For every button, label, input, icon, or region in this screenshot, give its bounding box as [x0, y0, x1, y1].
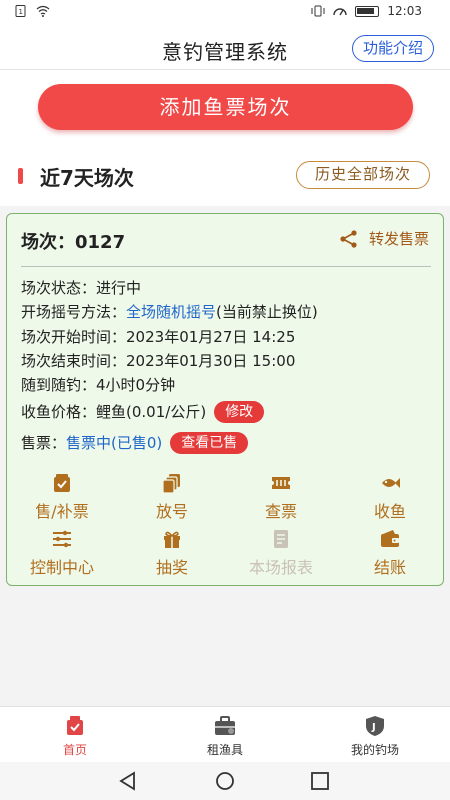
check-ticket-label: 查票: [264, 502, 297, 521]
duration-row: 随到随钓：4小时0分钟: [21, 373, 318, 397]
tab-my-venue-label: 我的钓场: [350, 743, 399, 757]
tab-my-venue[interactable]: J 我的钓场: [320, 715, 430, 758]
lottery-label: 抽奖: [155, 558, 188, 577]
sliders-icon: [53, 530, 71, 548]
share-label: 转发售票: [368, 230, 429, 248]
section-title: 近7天场次: [40, 166, 134, 190]
vibrate-icon: [311, 5, 325, 17]
status-label: 场次状态：: [21, 279, 97, 297]
add-ticket-session-button[interactable]: 添加鱼票场次: [38, 84, 413, 130]
sell-ticket-label: 售/补票: [35, 502, 89, 521]
recent-apps-icon[interactable]: [310, 771, 330, 791]
draw-row: 开场摇号方法：全场随机摇号(当前禁止换位): [21, 300, 318, 324]
tickets-label: 售票：: [21, 433, 67, 452]
checkout-button[interactable]: 结账: [335, 528, 445, 578]
price-value: 鲤鱼(0.01/公斤): [96, 403, 207, 422]
duration-value: 4小时0分钟: [96, 376, 176, 395]
svg-text:J: J: [371, 722, 376, 733]
ticket-sale-icon: [54, 474, 70, 492]
session-number-label: 场次：: [21, 232, 75, 253]
app-header: 意钓管理系统 功能介绍: [0, 24, 450, 70]
shield-icon: J: [366, 716, 384, 736]
control-center-label: 控制中心: [29, 558, 94, 577]
tab-rent-gear[interactable]: 租渔具: [170, 715, 280, 758]
collect-fish-label: 收鱼: [373, 502, 406, 521]
start-label: 场次开始时间：: [21, 327, 127, 346]
release-number-label: 放号: [155, 502, 188, 521]
system-nav-bar: [0, 762, 450, 800]
status-bar: 1 12:03: [0, 0, 450, 24]
session-report-label: 本场报表: [248, 558, 313, 577]
view-sold-button[interactable]: 查看已售: [170, 431, 249, 454]
tab-home[interactable]: 首页: [20, 715, 130, 758]
feature-intro-button[interactable]: 功能介绍: [351, 35, 434, 62]
status-row: 场次状态：进行中: [21, 276, 318, 300]
sell-ticket-button[interactable]: 售/补票: [7, 472, 117, 522]
back-nav-icon[interactable]: [118, 771, 138, 791]
status-time: 12:03: [387, 4, 422, 18]
sim-icon: 1: [15, 5, 26, 17]
speed-icon: [333, 8, 348, 16]
duration-label: 随到随钓：: [21, 376, 97, 395]
end-value: 2023年01月30日 15:00: [126, 351, 296, 370]
lottery-button[interactable]: 抽奖: [117, 528, 227, 578]
toolbox-icon: [215, 716, 235, 735]
price-row: 收鱼价格：鲤鱼(0.01/公斤) 修改: [21, 400, 318, 424]
price-label: 收鱼价格：: [21, 403, 97, 422]
main-top-section: 添加鱼票场次 近7天场次 历史全部场次: [0, 70, 450, 206]
tab-home-label: 首页: [62, 743, 87, 757]
checkout-label: 结账: [373, 558, 406, 577]
session-number: 场次：0127: [21, 228, 125, 254]
history-sessions-button[interactable]: 历史全部场次: [295, 161, 430, 189]
ticket-check-icon: [272, 477, 290, 489]
share-icon: [340, 229, 357, 248]
tickets-value[interactable]: 售票中(已售0): [66, 434, 162, 452]
session-number-value: 0127: [75, 232, 126, 253]
start-value: 2023年01月27日 14:25: [126, 327, 296, 346]
session-card: 场次：0127 转发售票 场次状态：进行中 开场摇号方法：全场随机摇号(当前禁止…: [6, 213, 444, 586]
end-label: 场次结束时间：: [21, 351, 127, 370]
release-number-button[interactable]: 放号: [117, 472, 227, 522]
fish-icon: [382, 478, 400, 488]
share-ticket-button[interactable]: 转发售票: [339, 228, 429, 249]
bottom-tab-bar: 首页 租渔具 J 我的钓场: [0, 706, 450, 762]
collect-fish-button[interactable]: 收鱼: [335, 472, 445, 522]
check-ticket-button[interactable]: 查票: [226, 472, 336, 522]
number-cards-icon: [162, 474, 180, 494]
control-center-button[interactable]: 控制中心: [7, 528, 117, 578]
tickets-row: 售票：售票中(已售0) 查看已售: [21, 431, 318, 455]
status-value: 进行中: [96, 279, 142, 297]
end-row: 场次结束时间：2023年01月30日 15:00: [21, 349, 318, 373]
draw-method-link[interactable]: 全场随机摇号: [126, 303, 216, 321]
card-divider: [21, 266, 431, 267]
edit-price-button[interactable]: 修改: [214, 401, 265, 424]
report-icon: [274, 530, 288, 548]
start-row: 场次开始时间：2023年01月27日 14:25: [21, 325, 318, 349]
wifi-icon: [36, 5, 50, 17]
session-info: 场次状态：进行中 开场摇号方法：全场随机摇号(当前禁止换位) 场次开始时间：20…: [21, 276, 318, 455]
battery-icon: [355, 5, 380, 17]
tab-rent-gear-label: 租渔具: [206, 743, 243, 757]
draw-note: (当前禁止换位): [216, 303, 318, 322]
draw-label: 开场摇号方法：: [21, 303, 127, 322]
wallet-icon: [381, 530, 399, 547]
svg-text:1: 1: [19, 8, 23, 16]
home-ticket-icon: [67, 716, 83, 735]
home-nav-icon[interactable]: [215, 771, 235, 791]
section-marker: [18, 168, 23, 184]
session-report-button[interactable]: 本场报表: [226, 528, 336, 578]
gift-icon: [164, 531, 180, 548]
